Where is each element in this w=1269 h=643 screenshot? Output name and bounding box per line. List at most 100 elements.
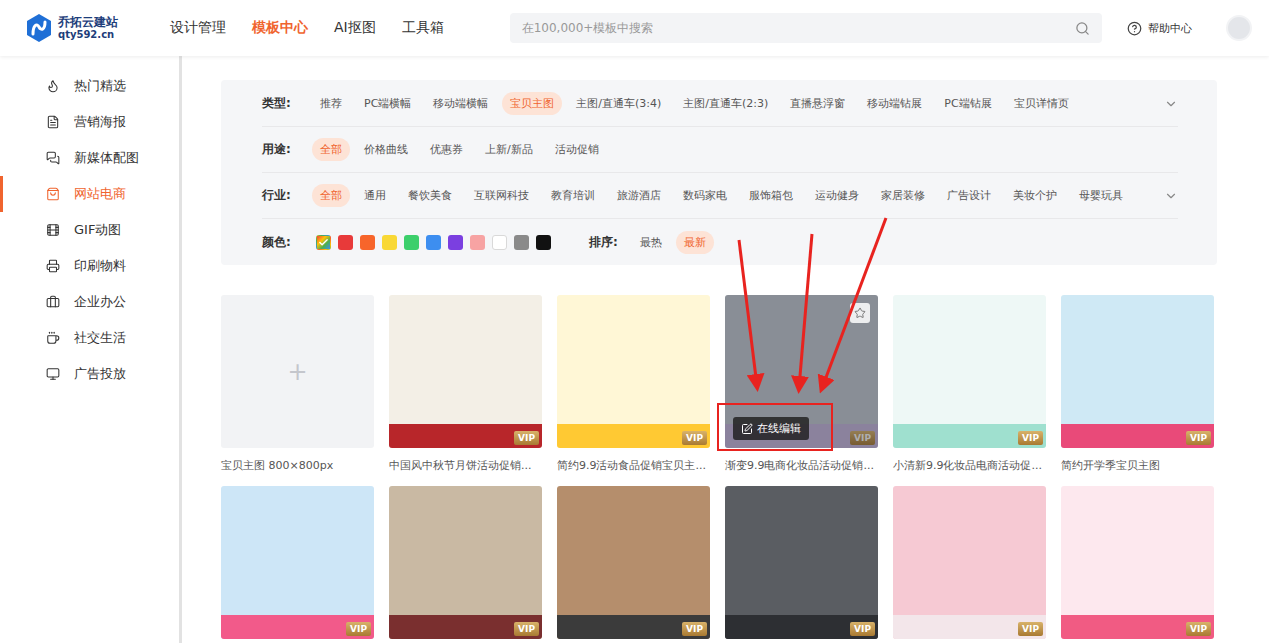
template-thumb[interactable]: VIP [725, 486, 878, 639]
color-swatch[interactable] [492, 235, 507, 250]
sort-option[interactable]: 最热 [632, 231, 670, 254]
template-card[interactable]: VIP [389, 486, 542, 639]
template-thumb[interactable]: VIP [557, 295, 710, 448]
filter-option[interactable]: 价格曲线 [356, 138, 416, 161]
template-thumb[interactable]: VIP在线编辑 [725, 295, 878, 448]
card-caption: 中国风中秋节月饼活动促销... [389, 458, 542, 473]
color-swatch[interactable] [470, 235, 485, 250]
sidebar-item[interactable]: 热门精选 [0, 68, 179, 104]
color-swatch[interactable] [404, 235, 419, 250]
card-caption: 简约9.9活动食品促销宝贝主... [557, 458, 710, 473]
filter-option[interactable]: 服饰箱包 [741, 184, 801, 207]
edit-online-button[interactable]: 在线编辑 [733, 417, 809, 440]
sidebar-item[interactable]: 广告投放 [0, 356, 179, 392]
filter-option[interactable]: PC端横幅 [356, 92, 419, 115]
filter-option[interactable]: 美妆个护 [1005, 184, 1065, 207]
template-card[interactable]: VIP在线编辑渐变9.9电商化妆品活动促销... [725, 295, 878, 473]
filter-option[interactable]: 上新/新品 [477, 138, 541, 161]
sidebar-item[interactable]: 社交生活 [0, 320, 179, 356]
template-thumb[interactable]: VIP [389, 486, 542, 639]
chevron-down-icon [1164, 97, 1178, 111]
search-icon[interactable] [1075, 21, 1090, 36]
blank-template-card[interactable]: +宝贝主图 800×800px [221, 295, 374, 473]
expand-button[interactable] [1164, 189, 1178, 203]
color-swatch[interactable] [448, 235, 463, 250]
nav-item[interactable]: 模板中心 [252, 19, 308, 37]
sidebar-item[interactable]: 印刷物料 [0, 248, 179, 284]
template-card[interactable]: VIP [893, 486, 1046, 639]
color-swatch[interactable] [514, 235, 529, 250]
template-card[interactable]: VIP [221, 486, 374, 639]
filter-option[interactable]: 互联网科技 [466, 184, 537, 207]
template-thumb[interactable]: VIP [893, 295, 1046, 448]
filter-option[interactable]: 广告设计 [939, 184, 999, 207]
check-icon [318, 237, 329, 248]
filter-option[interactable]: 全部 [312, 184, 350, 207]
search-field[interactable]: 在100,000+模板中搜索 [510, 13, 1102, 43]
color-swatch[interactable] [338, 235, 353, 250]
filter-option[interactable]: 通用 [356, 184, 394, 207]
template-thumb[interactable]: VIP [1061, 486, 1214, 639]
color-swatch[interactable] [426, 235, 441, 250]
sidebar-item[interactable]: GIF动图 [0, 212, 179, 248]
category-icon [46, 367, 60, 381]
template-thumb[interactable]: VIP [1061, 295, 1214, 448]
template-card[interactable]: VIP [1061, 486, 1214, 639]
filter-option[interactable]: 宝贝主图 [502, 92, 562, 115]
nav-item[interactable]: AI抠图 [334, 19, 376, 37]
vip-badge: VIP [682, 622, 707, 636]
color-swatch[interactable] [360, 235, 375, 250]
help-link[interactable]: 帮助中心 [1127, 21, 1192, 36]
sidebar-item[interactable]: 营销海报 [0, 104, 179, 140]
filter-option[interactable]: 旅游酒店 [609, 184, 669, 207]
template-card[interactable]: VIP 简约9.9活动食品促销宝贝主... [557, 295, 710, 473]
sidebar: 热门精选营销海报新媒体配图网站电商GIF动图印刷物料企业办公社交生活广告投放 [0, 56, 182, 643]
template-thumb[interactable]: VIP [557, 486, 710, 639]
sidebar-item[interactable]: 网站电商 [0, 176, 179, 212]
template-card[interactable]: VIP [557, 486, 710, 639]
template-card[interactable]: VIP [725, 486, 878, 639]
filter-option[interactable]: 直播悬浮窗 [782, 92, 853, 115]
sort-option[interactable]: 最新 [676, 231, 714, 254]
sidebar-item[interactable]: 新媒体配图 [0, 140, 179, 176]
filter-option[interactable]: 移动端横幅 [425, 92, 496, 115]
filter-option[interactable]: 活动促销 [547, 138, 607, 161]
filter-row: 行业:全部通用餐饮美食互联网科技教育培训旅游酒店数码家电服饰箱包运动健身家居装修… [262, 173, 1178, 219]
template-thumb[interactable]: VIP [389, 295, 542, 448]
favorite-button[interactable] [850, 303, 870, 323]
template-card[interactable]: VIP小清新9.9化妆品电商活动促... [893, 295, 1046, 473]
filter-option[interactable]: 餐饮美食 [400, 184, 460, 207]
user-avatar[interactable] [1226, 15, 1252, 41]
template-thumb[interactable]: VIP [893, 486, 1046, 639]
template-thumb[interactable]: VIP [221, 486, 374, 639]
vip-badge: VIP [346, 622, 371, 636]
filter-option[interactable]: 运动健身 [807, 184, 867, 207]
nav-item[interactable]: 设计管理 [170, 19, 226, 37]
color-swatch[interactable] [536, 235, 551, 250]
sidebar-item[interactable]: 企业办公 [0, 284, 179, 320]
filter-option[interactable]: 全部 [312, 138, 350, 161]
filter-option[interactable]: 家居装修 [873, 184, 933, 207]
color-swatch[interactable] [382, 235, 397, 250]
blank-thumb[interactable]: + [221, 295, 374, 448]
filter-option[interactable]: 主图/直通车(2:3) [675, 92, 776, 115]
filter-option[interactable]: 教育培训 [543, 184, 603, 207]
filter-option[interactable]: 宝贝详情页 [1006, 92, 1077, 115]
sort-group: 排序:最热最新 [589, 231, 714, 254]
filter-option[interactable]: PC端钻展 [936, 92, 999, 115]
filter-option[interactable]: 主图/直通车(3:4) [568, 92, 669, 115]
expand-button[interactable] [1164, 97, 1178, 111]
filter-option[interactable]: 数码家电 [675, 184, 735, 207]
filter-option[interactable]: 移动端钻展 [859, 92, 930, 115]
color-swatches [312, 235, 551, 250]
filter-option[interactable]: 推荐 [312, 92, 350, 115]
color-swatch[interactable] [316, 235, 331, 250]
highlight-box-icon [718, 404, 832, 450]
logo[interactable]: 乔拓云建站qty592.cn [24, 13, 118, 43]
filter-label: 行业: [262, 187, 312, 204]
template-card[interactable]: VIP 中国风中秋节月饼活动促销... [389, 295, 542, 473]
filter-option[interactable]: 优惠券 [422, 138, 471, 161]
nav-item[interactable]: 工具箱 [402, 19, 444, 37]
filter-option[interactable]: 母婴玩具 [1071, 184, 1131, 207]
template-card[interactable]: VIP简约开学季宝贝主图 [1061, 295, 1214, 473]
